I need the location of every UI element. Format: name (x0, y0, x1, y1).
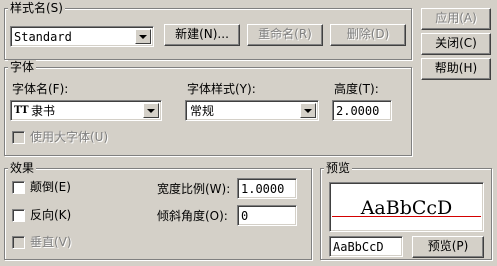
backwards-checkbox[interactable] (12, 209, 25, 222)
new-style-button[interactable]: 新建(N)... (164, 24, 240, 46)
height-input[interactable]: 2.0000 (332, 100, 392, 121)
font-name-value: 隶书 (31, 104, 56, 118)
truetype-font-icon: TT (14, 105, 29, 116)
height-label: 高度(T): (334, 82, 379, 96)
style-name-legend: 样式名(S) (8, 1, 65, 15)
apply-button[interactable]: 应用(A) (421, 8, 491, 30)
dropdown-arrow-icon[interactable] (143, 103, 159, 118)
dropdown-arrow-icon[interactable] (300, 103, 316, 118)
preview-legend: 预览 (324, 161, 353, 175)
close-button[interactable]: 关闭(C) (421, 33, 491, 55)
dropdown-arrow-icon[interactable] (135, 29, 151, 44)
upside-down-checkbox[interactable] (12, 181, 25, 194)
help-button[interactable]: 帮助(H) (421, 58, 491, 80)
vertical-label: 垂直(V) (30, 235, 72, 249)
upside-down-label: 颠倒(E) (30, 180, 71, 194)
font-name-dropdown[interactable]: TT 隶书 (10, 100, 162, 121)
preview-sample-text: AaBbCcD (360, 197, 453, 219)
rename-style-button[interactable]: 重命名(R) (247, 24, 323, 46)
font-style-dropdown[interactable]: 常规 (185, 100, 319, 121)
width-factor-label: 宽度比例(W): (157, 182, 231, 196)
preview-button[interactable]: 预览(P) (412, 236, 484, 258)
preview-text-value: AaBbCcD (333, 240, 384, 254)
font-style-value: 常规 (190, 104, 215, 118)
big-font-checkbox[interactable] (12, 131, 25, 144)
preview-canvas: AaBbCcD (329, 182, 484, 232)
font-name-label: 字体名(F): (12, 82, 69, 96)
font-style-label: 字体样式(Y): (187, 82, 256, 96)
backwards-label: 反向(K) (30, 208, 72, 222)
height-value: 2.0000 (336, 104, 380, 118)
oblique-angle-label: 倾斜角度(O): (157, 209, 228, 223)
oblique-angle-input[interactable]: 0 (237, 205, 297, 226)
style-name-value: Standard (14, 30, 72, 44)
font-legend: 字体 (8, 60, 37, 74)
oblique-angle-value: 0 (241, 209, 249, 223)
style-name-dropdown[interactable]: Standard (10, 26, 154, 47)
effects-legend: 效果 (8, 161, 37, 175)
preview-text-input[interactable]: AaBbCcD (329, 236, 403, 257)
width-factor-value: 1.0000 (241, 182, 285, 196)
width-factor-input[interactable]: 1.0000 (237, 178, 297, 199)
vertical-checkbox[interactable] (12, 236, 25, 249)
big-font-label: 使用大字体(U) (30, 130, 109, 144)
delete-style-button[interactable]: 删除(D) (330, 24, 406, 46)
